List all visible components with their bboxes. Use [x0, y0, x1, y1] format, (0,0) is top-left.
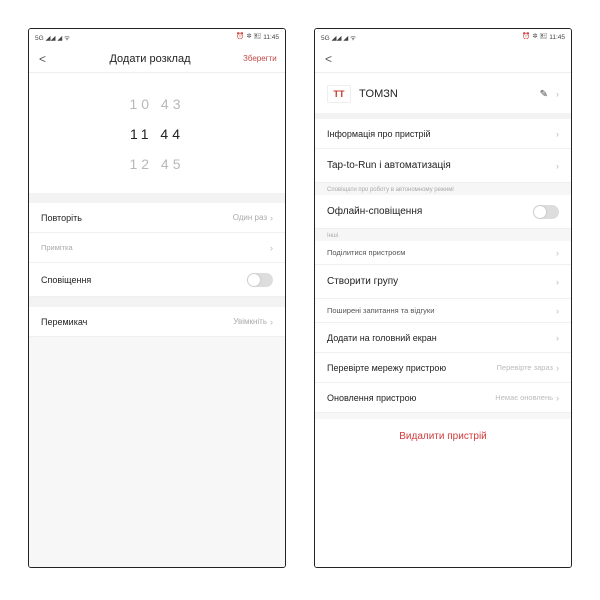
- row-offline-notify[interactable]: Офлайн-сповіщення: [315, 195, 571, 229]
- device-logo-icon: TT: [327, 85, 351, 103]
- status-time: 11:45: [263, 34, 279, 41]
- row-value: Перевірте зараз: [497, 363, 553, 372]
- status-right: ⏰ ✲ 🖭 11:45: [236, 32, 279, 43]
- chevron-right-icon: ›: [270, 243, 273, 253]
- row-label: Інформація про пристрій: [327, 129, 431, 139]
- row-check-network[interactable]: Перевірте мережу пристрою Перевірте зара…: [315, 353, 571, 383]
- row-updates[interactable]: Оновлення пристрою Немає оновлень ›: [315, 383, 571, 413]
- row-faq[interactable]: Поширені запитання та відгуки ›: [315, 299, 571, 323]
- row-label: Повторіть: [41, 213, 82, 223]
- toggle-off[interactable]: [247, 273, 273, 287]
- row-label: Перемикач: [41, 317, 87, 327]
- row-note[interactable]: Примітка ›: [29, 233, 285, 263]
- chevron-right-icon: ›: [556, 306, 559, 316]
- picker-selected: 11 44: [29, 119, 285, 149]
- row-repeat[interactable]: Повторіть Один раз ›: [29, 203, 285, 233]
- toggle-off[interactable]: [533, 205, 559, 219]
- status-bar: 5G ◢◢ ◢ ᯤ ⏰ ✲ 🖭 11:45: [29, 29, 285, 45]
- phone-device-settings: 5G ◢◢ ◢ ᯤ ⏰ ✲ 🖭 11:45 < TT TOMЗN ✎ › Інф…: [314, 28, 572, 568]
- row-label: Сповіщення: [41, 275, 91, 285]
- status-icons: ⏰ ✲ 🖭: [522, 32, 547, 43]
- row-share[interactable]: Поділитися пристроєм ›: [315, 241, 571, 265]
- edit-icon[interactable]: ✎: [540, 89, 548, 100]
- row-label: Оновлення пристрою: [327, 393, 416, 403]
- picker-next: 12 45: [29, 149, 285, 179]
- row-switch[interactable]: Перемикач Увімкніть ›: [29, 307, 285, 337]
- section-note-offline: Сповіщати про роботу в автономному режим…: [315, 183, 571, 195]
- page-title: Додати розклад: [57, 53, 243, 65]
- row-value: Увімкніть: [233, 317, 267, 326]
- app-header: <: [315, 45, 571, 73]
- row-label: Поширені запитання та відгуки: [327, 306, 434, 315]
- chevron-right-icon: ›: [556, 363, 559, 373]
- status-left: 5G ◢◢ ◢ ᯤ: [321, 33, 356, 42]
- back-button[interactable]: <: [39, 52, 57, 66]
- picker-prev: 10 43: [29, 89, 285, 119]
- chevron-right-icon: ›: [556, 393, 559, 403]
- phone-add-schedule: 5G ◢◢ ◢ ᯤ ⏰ ✲ 🖭 11:45 < Додати розклад З…: [28, 28, 286, 568]
- device-header[interactable]: TT TOMЗN ✎ ›: [315, 73, 571, 113]
- chevron-right-icon: ›: [270, 213, 273, 223]
- row-value: Один раз: [233, 213, 267, 222]
- chevron-right-icon: ›: [556, 333, 559, 343]
- chevron-right-icon: ›: [556, 248, 559, 258]
- row-notify[interactable]: Сповіщення: [29, 263, 285, 297]
- row-label: Tap-to-Run і автоматизація: [327, 160, 451, 171]
- row-label: Офлайн-сповіщення: [327, 206, 422, 217]
- row-label: Примітка: [41, 243, 73, 252]
- status-time: 11:45: [549, 34, 565, 41]
- row-device-info[interactable]: Інформація про пристрій ›: [315, 119, 571, 149]
- chevron-right-icon: ›: [556, 129, 559, 139]
- row-value: Немає оновлень: [495, 393, 553, 402]
- save-button[interactable]: Зберегти: [243, 54, 275, 63]
- row-create-group[interactable]: Створити групу ›: [315, 265, 571, 299]
- back-button[interactable]: <: [325, 52, 343, 66]
- status-icons: ⏰ ✲ 🖭: [236, 32, 261, 43]
- chevron-right-icon: ›: [556, 161, 559, 171]
- status-bar: 5G ◢◢ ◢ ᯤ ⏰ ✲ 🖭 11:45: [315, 29, 571, 45]
- section-note-other: Інші: [315, 229, 571, 241]
- chevron-right-icon: ›: [270, 317, 273, 327]
- app-header: < Додати розклад Зберегти: [29, 45, 285, 73]
- time-picker[interactable]: 10 43 11 44 12 45: [29, 73, 285, 193]
- chevron-right-icon: ›: [556, 277, 559, 287]
- row-label: Додати на головний екран: [327, 333, 437, 343]
- device-name: TOMЗN: [359, 88, 532, 100]
- chevron-right-icon: ›: [556, 89, 559, 99]
- status-right: ⏰ ✲ 🖭 11:45: [522, 32, 565, 43]
- row-label: Поділитися пристроєм: [327, 248, 405, 257]
- row-label: Створити групу: [327, 276, 398, 287]
- row-home-screen[interactable]: Додати на головний екран ›: [315, 323, 571, 353]
- row-label: Перевірте мережу пристрою: [327, 363, 446, 373]
- row-automation[interactable]: Tap-to-Run і автоматизація ›: [315, 149, 571, 183]
- remove-device-button[interactable]: Видалити пристрій: [315, 419, 571, 454]
- status-left: 5G ◢◢ ◢ ᯤ: [35, 33, 70, 42]
